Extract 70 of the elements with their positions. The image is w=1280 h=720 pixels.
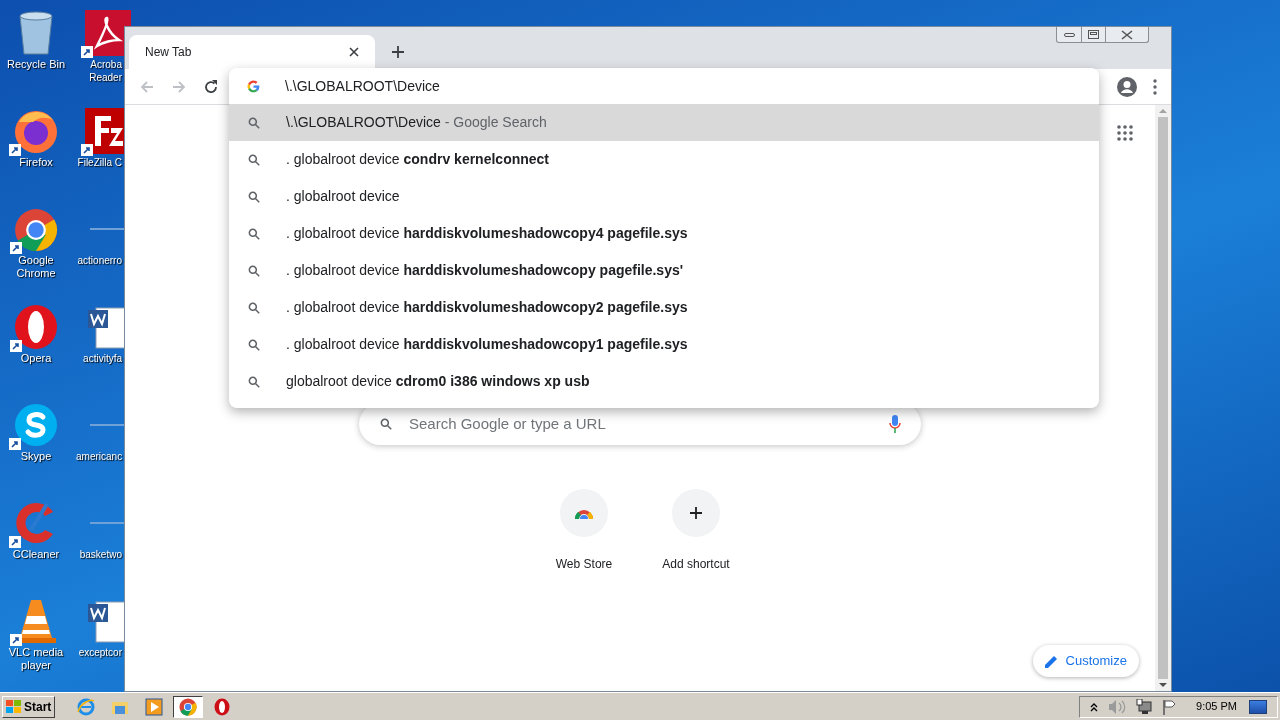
windows-logo-icon xyxy=(6,699,22,714)
desktop-icon-label[interactable]: Google Chrome xyxy=(1,254,71,280)
search-icon xyxy=(247,226,261,241)
taskbar-button[interactable] xyxy=(173,695,204,718)
microphone-icon[interactable] xyxy=(889,415,901,433)
desktop-icon-label[interactable]: CCleaner xyxy=(1,548,71,561)
search-icon xyxy=(247,152,261,167)
start-button[interactable]: Start xyxy=(2,695,56,718)
close-icon xyxy=(1121,29,1133,40)
shortcut-tile[interactable] xyxy=(560,489,608,537)
opera-icon xyxy=(14,304,58,350)
show-desktop-button[interactable] xyxy=(1249,699,1267,714)
desktop-icon-label[interactable]: actionerro xyxy=(77,254,122,267)
suggestion-item[interactable]: . globalroot device harddiskvolumeshadowcopy pagefile.sys' xyxy=(229,252,1099,289)
shortcut-label: Web Store xyxy=(555,556,613,573)
search-icon xyxy=(247,337,261,352)
chrome-icon xyxy=(179,697,198,716)
menu-icon[interactable] xyxy=(1153,78,1157,95)
suggestion-item[interactable]: . globalroot device xyxy=(229,178,1099,215)
web-store-icon xyxy=(574,507,594,519)
chrome-icon xyxy=(14,208,58,252)
search-icon xyxy=(379,417,393,431)
line-icon xyxy=(90,228,126,230)
shortcut-label: Add shortcut xyxy=(662,556,730,573)
ie-icon xyxy=(77,697,96,716)
firefox-icon xyxy=(13,108,59,154)
close-icon[interactable] xyxy=(349,47,359,57)
desktop-icon-label[interactable]: VLC media player xyxy=(1,646,71,672)
desktop-icon-label[interactable]: basketwo xyxy=(79,548,122,561)
new-tab-icon[interactable] xyxy=(391,45,405,59)
desktop-icon-label[interactable]: activityfa xyxy=(83,352,122,365)
suggestion-item[interactable]: . globalroot device harddiskvolumeshadowcopy4 pagefile.sys xyxy=(229,215,1099,252)
pencil-icon xyxy=(1044,654,1058,668)
suggestion-item[interactable]: globalroot device cdrom0 i386 windows xp usb xyxy=(229,363,1099,400)
desktop-icon-label[interactable]: Recycle Bin xyxy=(1,58,71,71)
clock[interactable]: 9:05 PM xyxy=(1196,698,1237,715)
browser-tab[interactable]: New Tab xyxy=(129,35,375,69)
desktop-icon-label[interactable]: Opera xyxy=(1,352,71,365)
google-icon xyxy=(247,79,260,93)
shortcut-tile[interactable] xyxy=(672,489,720,537)
chevron-up-icon[interactable] xyxy=(1090,701,1099,712)
desktop-icon-label[interactable]: Acroba Reader xyxy=(76,58,122,84)
desktop-icon-label[interactable]: FileZilla C xyxy=(77,156,122,169)
media-player-icon xyxy=(145,697,164,716)
skype-icon xyxy=(13,402,59,448)
line-icon xyxy=(90,522,126,524)
desktop-icon-label[interactable]: exceptcor xyxy=(78,646,122,659)
search-icon xyxy=(247,189,261,204)
suggestion-item[interactable]: . globalroot device harddiskvolumeshadowcopy2 pagefile.sys xyxy=(229,289,1099,326)
suggestion-item[interactable]: \.\GLOBALROOT\Device - Google Search xyxy=(229,104,1099,141)
suggestion-item[interactable]: . globalroot device harddiskvolumeshadowcopy1 pagefile.sys xyxy=(229,326,1099,363)
search-icon xyxy=(247,115,261,130)
apps-grid-icon[interactable] xyxy=(1117,125,1133,141)
search-icon xyxy=(247,374,261,389)
network-icon[interactable] xyxy=(1136,698,1153,715)
scrollbar[interactable] xyxy=(1155,105,1171,691)
desktop-icon-label[interactable]: Skype xyxy=(1,450,71,463)
search-icon xyxy=(247,263,261,278)
opera-icon xyxy=(214,697,231,716)
plus-icon xyxy=(690,507,702,519)
recycle-bin-icon xyxy=(16,10,56,56)
desktop-icon-label[interactable]: Firefox xyxy=(1,156,71,169)
suggestion-item[interactable]: . globalroot device condrv kernelconnect xyxy=(229,141,1099,178)
reload-icon[interactable] xyxy=(203,78,219,95)
address-bar[interactable]: \.\GLOBALROOT\Device xyxy=(229,68,1099,104)
profile-icon[interactable] xyxy=(1117,76,1137,97)
desktop-icon-label[interactable]: americanc xyxy=(76,450,122,463)
line-icon xyxy=(90,424,126,426)
customize-button[interactable]: Customize xyxy=(1032,645,1139,677)
search-icon xyxy=(247,300,261,315)
